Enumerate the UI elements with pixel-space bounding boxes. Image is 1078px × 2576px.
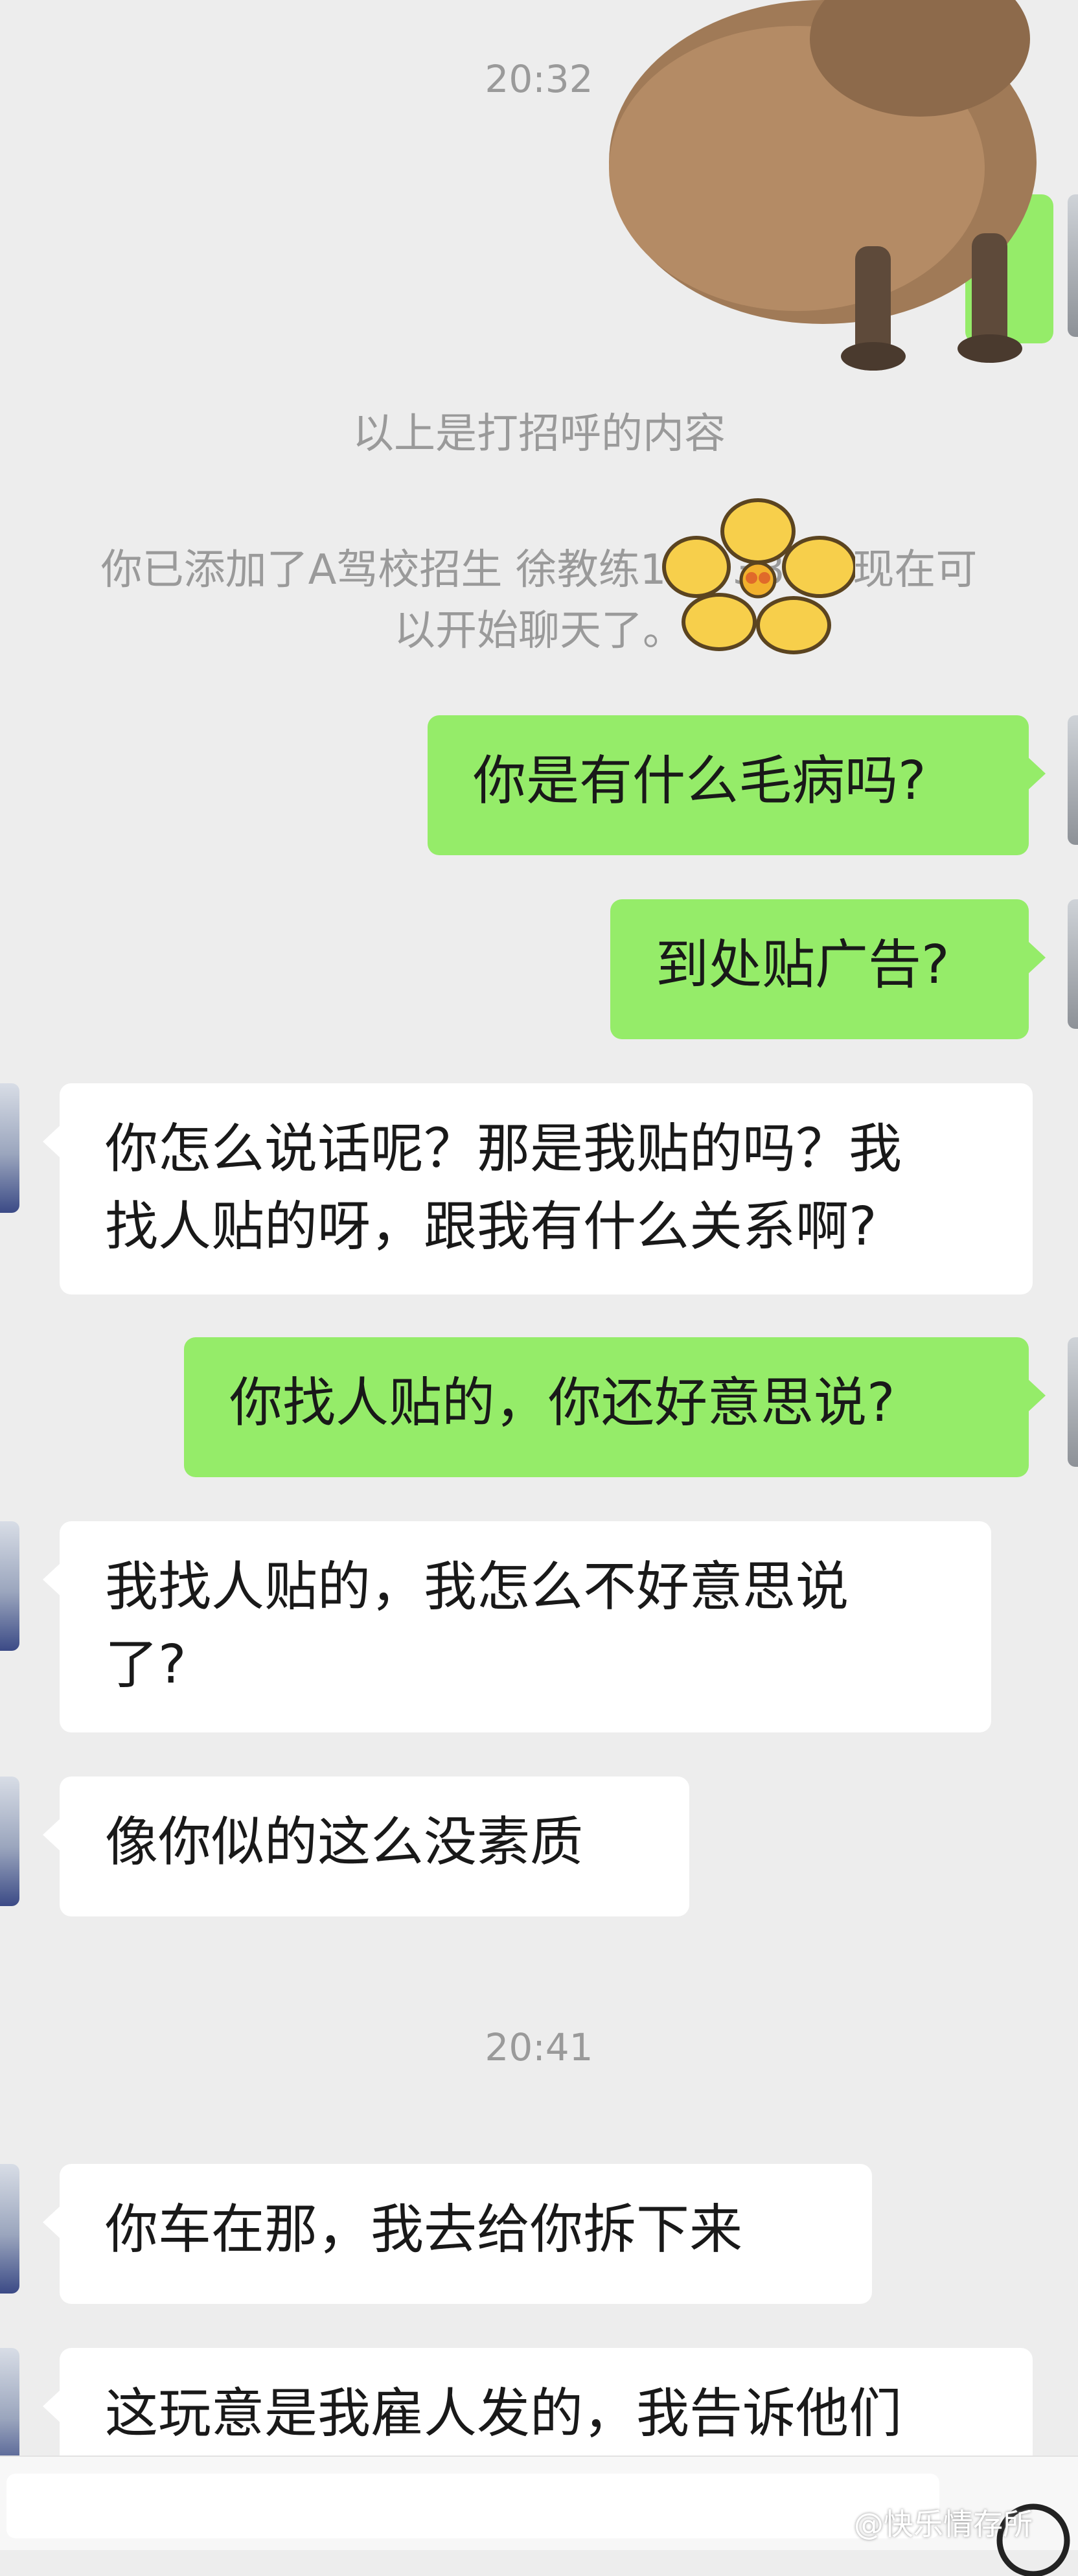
avatar[interactable] [1068, 715, 1078, 845]
capybara-sticker[interactable] [583, 0, 1075, 389]
avatar[interactable] [1068, 194, 1078, 337]
watermark: @快乐情存所 [854, 2507, 1033, 2542]
message-text-line: 了? [105, 1634, 187, 1696]
message-text: 你找人贴的，你还好意思说? [229, 1372, 895, 1434]
message-text: 你车在那，我去给你拆下来 [105, 2199, 743, 2260]
avatar[interactable] [1068, 1337, 1078, 1467]
message-text: 你是有什么毛病吗? [473, 750, 926, 812]
message-text-line: 我找人贴的，我怎么不好意思说 [105, 1556, 849, 1618]
message-text: 这玩意是我雇人发的，我告诉他们 [105, 2383, 902, 2444]
avatar[interactable] [0, 1777, 19, 1906]
message-bubble-received[interactable]: 你怎么说话呢？那是我贴的吗？我 找人贴的呀，跟我有什么关系啊? [43, 1083, 1033, 1294]
message-text: 到处贴广告? [656, 934, 950, 996]
flower-sticker[interactable] [661, 492, 855, 654]
message-bubble-sent[interactable]: 到处贴广告? [610, 899, 1046, 1039]
avatar[interactable] [0, 2164, 19, 2294]
message-text-line: 你怎么说话呢？那是我贴的吗？我 [105, 1118, 902, 1180]
system-added-note-line2: 以开始聊天了。 [394, 607, 684, 655]
message-bubble-received[interactable]: 我找人贴的，我怎么不好意思说 了? [43, 1521, 991, 1732]
system-greeting-note: 以上是打招呼的内容 [352, 410, 726, 458]
message-input[interactable] [6, 2474, 939, 2538]
message-bubble-received[interactable]: 你车在那，我去给你拆下来 [43, 2164, 872, 2304]
avatar[interactable] [0, 1521, 19, 1651]
message-bubble-sent[interactable]: 你是有什么毛病吗? [428, 715, 1046, 855]
timestamp: 20:41 [485, 2025, 593, 2069]
message-text: 像你似的这么没素质 [105, 1811, 584, 1873]
message-bubble-received[interactable]: 像你似的这么没素质 [43, 1777, 689, 1916]
avatar[interactable] [0, 1083, 19, 1213]
avatar[interactable] [1068, 899, 1078, 1029]
message-text-line: 找人贴的呀，跟我有什么关系啊? [105, 1196, 877, 1258]
system-added-note-line1: 你已添加了A驾校招生 徐教练18 3333，现在可 [100, 546, 978, 594]
message-bubble-sent[interactable]: 你找人贴的，你还好意思说? [184, 1337, 1046, 1477]
